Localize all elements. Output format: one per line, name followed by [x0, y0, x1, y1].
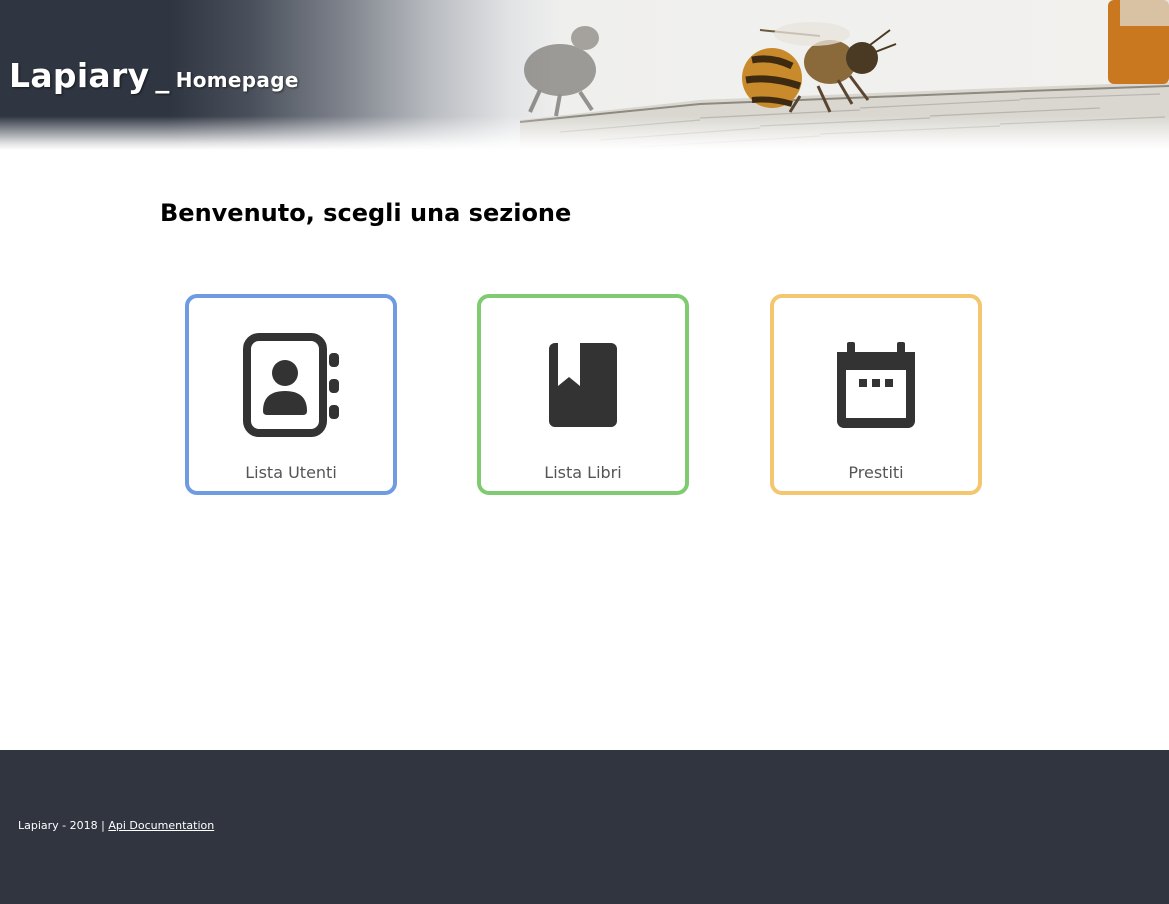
section-card-loans[interactable]: Prestiti [770, 294, 982, 495]
footer: Lapiary - 2018 | Api Documentation [0, 750, 1169, 904]
section-label-users: Lista Utenti [245, 463, 337, 482]
section-label-books: Lista Libri [544, 463, 622, 482]
app-name: Lapiary [9, 56, 150, 95]
api-documentation-link[interactable]: Api Documentation [108, 819, 214, 832]
calendar-icon [821, 330, 931, 440]
page-subtitle: Homepage [175, 68, 299, 92]
header-banner: Lapiary _ Homepage [0, 0, 1169, 150]
contacts-book-icon [236, 330, 346, 440]
footer-copyright: Lapiary - 2018 | [18, 819, 109, 832]
header-fade [0, 116, 1169, 150]
section-card-users[interactable]: Lista Utenti [185, 294, 397, 495]
title-separator: _ [155, 61, 170, 94]
footer-text: Lapiary - 2018 | Api Documentation [18, 819, 214, 832]
site-title: Lapiary _ Homepage [9, 56, 299, 95]
section-card-books[interactable]: Lista Libri [477, 294, 689, 495]
book-bookmark-icon [528, 330, 638, 440]
welcome-heading: Benvenuto, scegli una sezione [160, 199, 572, 227]
page: Lapiary _ Homepage Benvenuto, scegli una s… [0, 0, 1169, 904]
section-label-loans: Prestiti [848, 463, 904, 482]
